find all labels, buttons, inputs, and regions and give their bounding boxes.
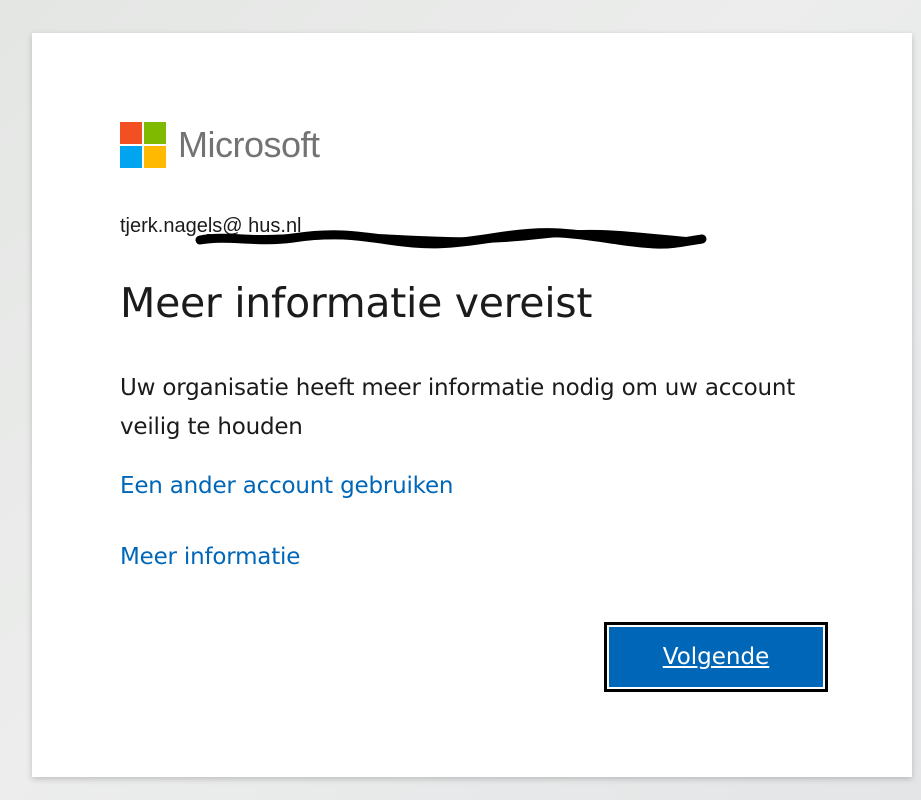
more-info-link[interactable]: Meer informatie: [120, 544, 300, 570]
page-title: Meer informatie vereist: [120, 279, 593, 327]
next-button[interactable]: Volgende: [604, 622, 828, 692]
logo-square-red: [120, 122, 142, 144]
logo-square-yellow: [144, 146, 166, 168]
logo-square-green: [144, 122, 166, 144]
use-other-account-link[interactable]: Een ander account gebruiken: [120, 473, 454, 499]
logo-text: Microsoft: [178, 124, 320, 165]
description-text: Uw organisatie heeft meer informatie nod…: [120, 375, 796, 440]
microsoft-logo-icon: [120, 122, 166, 168]
redaction-scribble: [195, 228, 707, 249]
logo-square-blue: [120, 146, 142, 168]
sign-in-card: Microsoft tjerk.nagels@ hus.nl Meer info…: [32, 33, 912, 777]
microsoft-logo: Microsoft: [120, 122, 320, 168]
